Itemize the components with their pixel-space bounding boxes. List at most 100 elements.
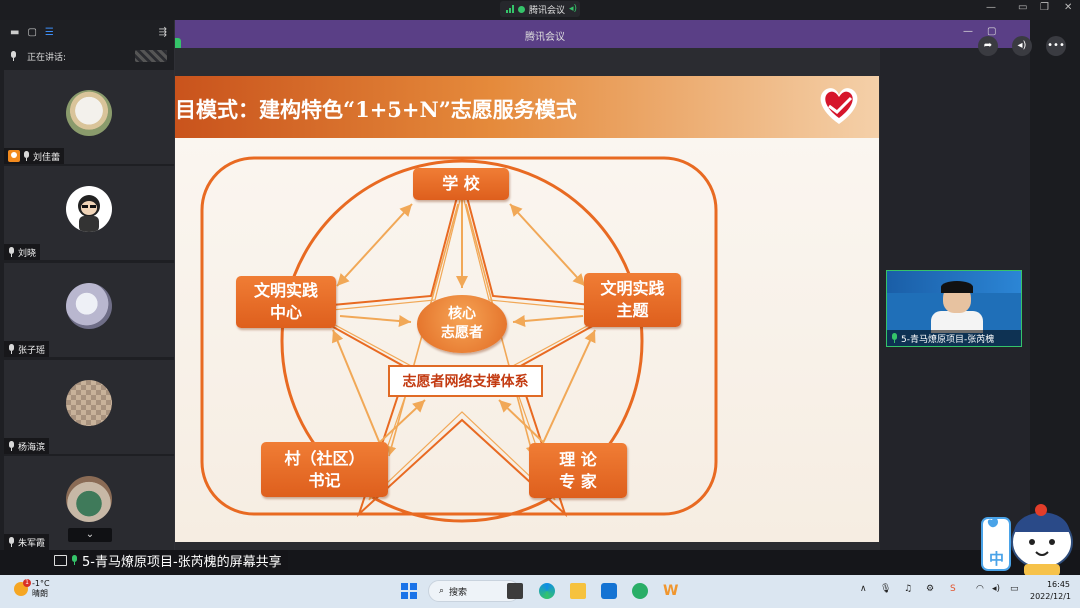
node-label: 理 论 xyxy=(559,449,597,469)
battery-icon[interactable]: ▭ xyxy=(1010,584,1019,594)
node-label: 主题 xyxy=(616,301,649,320)
edge-browser-icon[interactable] xyxy=(539,583,555,599)
screen-share-indicator[interactable]: 5-青马燎原项目-张芮槐的屏幕共享 xyxy=(50,550,288,570)
participant-name: 张子瑶 xyxy=(18,345,46,356)
tray-network-icon[interactable]: ⚙ xyxy=(926,584,934,594)
participant-panel: ▬ ▢ ☰ ⇶ 正在讲话: 刘佳蕾 刘晓 张子瑶 杨海滨 朱军霞 ⌄ xyxy=(0,20,175,550)
weather-temp: -1°C xyxy=(32,579,50,588)
file-explorer-icon[interactable] xyxy=(570,583,586,599)
windows-taskbar: 1 -1°C 晴朗 ⌕ 搜索 W ∧ 🎙 ♫ ⚙ S ◠ ◂) ▭ 16:45 … xyxy=(0,575,1080,608)
clock-date: 2022/12/1 xyxy=(1030,592,1072,601)
participant-name: 刘佳蕾 xyxy=(33,152,61,163)
participant-tile[interactable]: 杨海滨 xyxy=(4,360,174,454)
clock-time: 16:45 xyxy=(1046,580,1070,589)
weather-badge: 1 xyxy=(23,579,31,587)
node-civilization-center: 文明实践 中心 xyxy=(236,276,336,328)
video-caption: 5-青马燎原项目-张芮槐 xyxy=(887,330,1021,346)
node-label: 中心 xyxy=(269,303,302,322)
tray-mic2-icon[interactable]: ♫ xyxy=(904,584,912,594)
meeting-title-bar: 腾讯会议 — ▢ xyxy=(175,20,1030,48)
mic-icon xyxy=(71,555,78,565)
avatar xyxy=(66,186,112,232)
participant-tile[interactable]: 刘晓 xyxy=(4,166,174,260)
speaking-indicator: 正在讲话: xyxy=(0,44,175,68)
minimize-panel-icon[interactable]: ▬ xyxy=(10,27,19,38)
collapse-panel-icon[interactable]: ⇶ xyxy=(159,27,167,38)
search-icon: ⌕ xyxy=(439,586,445,596)
avatar xyxy=(66,476,112,522)
audio-waves-icon xyxy=(135,50,167,62)
video-caption-label: 5-青马燎原项目-张芮槐 xyxy=(901,334,995,345)
window-restore-button[interactable]: ❐ xyxy=(1040,2,1049,13)
list-view-icon[interactable]: ☰ xyxy=(45,27,54,38)
participant-tile[interactable]: 张子瑶 xyxy=(4,263,174,357)
ime-mascot[interactable]: 中 xyxy=(980,492,1080,579)
slide-title: 目模式：建构特色“1+5+N”志愿服务模式 xyxy=(175,97,577,122)
network-status-icon xyxy=(518,5,525,13)
volunteer-heart-logo-icon xyxy=(820,88,858,124)
windows-start-icon[interactable] xyxy=(401,583,417,599)
task-view-icon[interactable] xyxy=(507,583,523,599)
participant-name-tag: 朱军霞 xyxy=(4,534,50,550)
cartoon-avatar-icon xyxy=(78,195,100,232)
minimize-button[interactable]: — xyxy=(986,2,996,13)
participant-name-tag: 刘晓 xyxy=(4,244,41,260)
more-options-button[interactable]: ••• xyxy=(1046,36,1066,56)
screen-share-icon xyxy=(54,554,67,566)
volume-button[interactable]: ◂) xyxy=(1012,36,1032,56)
system-clock[interactable]: 16:45 2022/12/1 xyxy=(1030,579,1072,603)
meeting-status-pill[interactable]: 腾讯会议 ◂) xyxy=(500,1,580,17)
node-label: 村（社区） xyxy=(284,448,365,468)
wechat-icon[interactable] xyxy=(632,583,648,599)
tray-expand-icon[interactable]: ∧ xyxy=(860,584,867,594)
meeting-title: 腾讯会议 xyxy=(525,32,565,43)
restore-button[interactable]: ▭ xyxy=(1018,2,1027,13)
node-civilization-theme: 文明实践 主题 xyxy=(584,273,681,327)
screen-share-label: 5-青马燎原项目-张芮槐的屏幕共享 xyxy=(82,554,282,570)
tencent-meeting-icon[interactable]: W xyxy=(663,583,679,599)
node-label: 书记 xyxy=(308,470,341,490)
node-label: 文明实践 xyxy=(253,281,318,301)
node-label: 志愿者 xyxy=(441,325,483,341)
host-icon xyxy=(8,150,20,162)
node-label: 核心 xyxy=(448,306,476,323)
participant-tile[interactable]: 刘佳蕾 xyxy=(4,70,174,164)
mic-icon xyxy=(891,333,898,343)
presenter-video-thumbnail[interactable]: 5-青马燎原项目-张芮槐 xyxy=(886,270,1022,347)
wifi-icon[interactable]: ◠ xyxy=(976,584,984,594)
tray-mic-icon[interactable]: 🎙 xyxy=(880,584,891,594)
participant-name-tag: 张子瑶 xyxy=(4,341,50,357)
window-icon[interactable]: ▢ xyxy=(27,27,36,38)
scroll-down-button[interactable]: ⌄ xyxy=(68,528,112,542)
participant-name: 杨海滨 xyxy=(18,442,46,453)
speaker-icon: ◂) xyxy=(569,4,578,14)
weather-sun-icon: 1 xyxy=(14,579,31,596)
search-label: 搜索 xyxy=(449,587,468,598)
avatar xyxy=(66,283,112,329)
tray-app-icon[interactable]: S xyxy=(950,584,956,594)
avatar xyxy=(66,380,112,426)
store-icon[interactable] xyxy=(601,583,617,599)
minimize-meeting-button[interactable]: — xyxy=(963,26,973,37)
node-village-secretary: 村（社区） 书记 xyxy=(261,442,388,497)
share-arrow-button[interactable]: ➦ xyxy=(978,36,998,56)
node-support-network: 志愿者网络支撑体系 xyxy=(388,365,543,397)
avatar xyxy=(66,90,112,136)
node-label: 文明实践 xyxy=(600,279,665,299)
close-button[interactable]: ✕ xyxy=(1064,2,1072,13)
right-edge-area xyxy=(1030,20,1080,550)
mic-icon xyxy=(8,537,15,547)
participant-name: 朱军霞 xyxy=(18,538,46,549)
weather-widget[interactable]: 1 -1°C 晴朗 xyxy=(14,579,50,599)
ime-label: 中 xyxy=(989,550,1005,568)
signal-icon xyxy=(506,5,514,13)
presenter-hair xyxy=(941,281,973,293)
window-titlebar: 腾讯会议 ◂) — ▭ ❐ ✕ xyxy=(0,0,1080,20)
participant-name-tag: 杨海滨 xyxy=(4,438,50,454)
mic-icon xyxy=(8,247,15,257)
mic-icon xyxy=(8,344,15,354)
node-label: 专 家 xyxy=(559,471,597,491)
participant-name: 刘晓 xyxy=(18,248,37,259)
panel-toolbar: ▬ ▢ ☰ ⇶ xyxy=(0,20,175,44)
volume-icon[interactable]: ◂) xyxy=(992,584,1000,594)
